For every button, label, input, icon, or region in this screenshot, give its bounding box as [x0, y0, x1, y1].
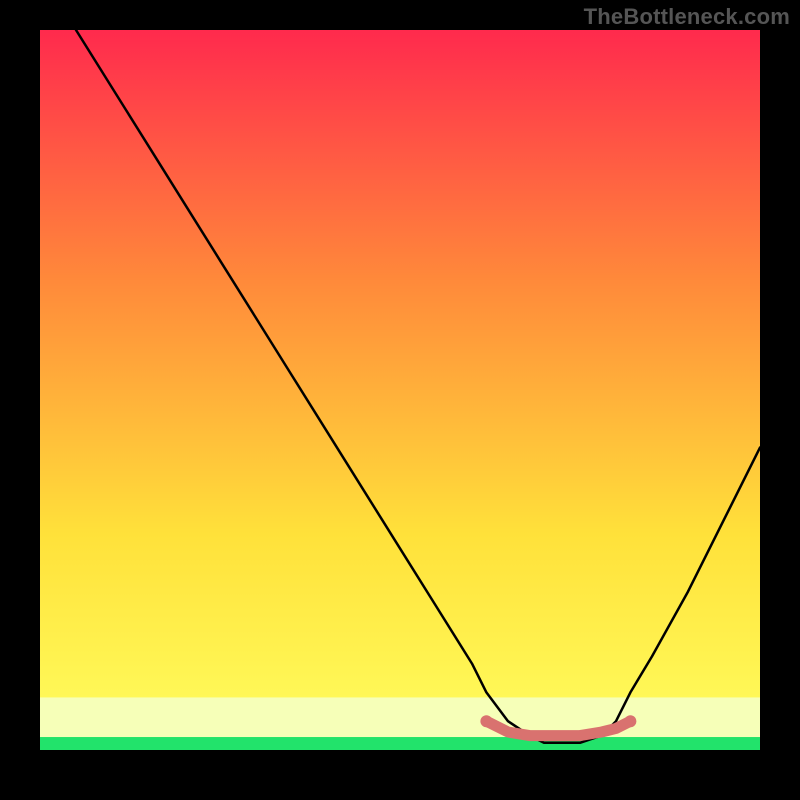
trough-dot-right	[624, 715, 636, 727]
green-band	[40, 737, 760, 750]
chart-stage: TheBottleneck.com	[0, 0, 800, 800]
chart-svg	[0, 0, 800, 800]
pale-band	[40, 697, 760, 737]
plot-area	[40, 30, 760, 750]
trough-dot-left	[480, 715, 492, 727]
